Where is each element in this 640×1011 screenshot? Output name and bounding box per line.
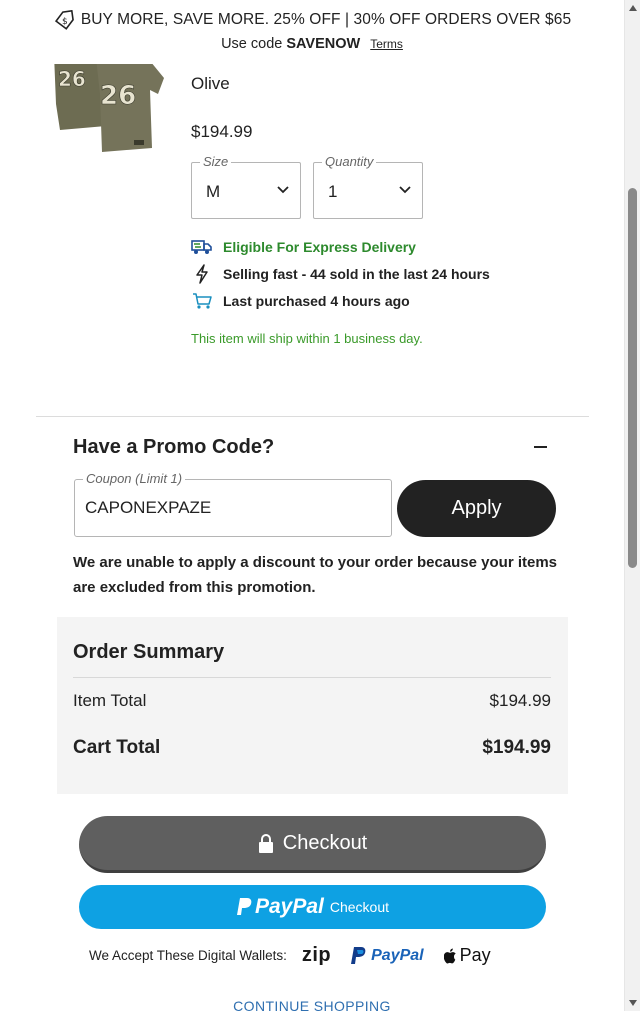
size-select[interactable]: Size M xyxy=(191,154,301,219)
item-total-value: $194.99 xyxy=(489,691,551,710)
banner-promo-line: $ BUY MORE, SAVE MORE. 25% OFF | 30% OFF… xyxy=(0,10,624,30)
promo-banner: $ BUY MORE, SAVE MORE. 25% OFF | 30% OFF… xyxy=(0,0,624,62)
paypal-p-icon xyxy=(351,947,366,964)
page-scrollbar[interactable] xyxy=(624,0,640,1011)
continue-shopping-link[interactable]: CONTINUE SHOPPING xyxy=(0,998,624,1011)
cart-total-label: Cart Total xyxy=(73,737,161,758)
coupon-input[interactable] xyxy=(85,496,375,520)
promo-title: Have a Promo Code? xyxy=(73,436,275,458)
express-delivery-text: Eligible For Express Delivery xyxy=(223,239,416,255)
paypal-logo: PayPal xyxy=(351,946,424,965)
quantity-select[interactable]: Quantity 1 xyxy=(313,154,423,219)
shopping-cart-icon xyxy=(191,291,213,311)
promo-error-message: We are unable to apply a discount to you… xyxy=(73,554,558,596)
apple-icon xyxy=(443,948,456,963)
ship-note: This item will ship within 1 business da… xyxy=(191,331,423,346)
jersey-image: 26 26 xyxy=(46,64,170,154)
lightning-icon xyxy=(191,264,213,284)
size-value: M xyxy=(206,182,221,201)
last-purchased-info: Last purchased 4 hours ago xyxy=(191,291,410,311)
apply-button[interactable]: Apply xyxy=(397,480,556,537)
order-summary-title: Order Summary xyxy=(73,641,225,663)
product-price: $194.99 xyxy=(191,122,253,141)
delivery-truck-icon xyxy=(191,237,213,257)
paypal-checkout-button[interactable]: PayPal Checkout xyxy=(79,885,546,929)
item-total-label: Item Total xyxy=(73,691,147,710)
zip-logo: zip xyxy=(301,944,332,966)
scroll-up-arrow-icon[interactable] xyxy=(629,5,637,11)
terms-link[interactable]: Terms xyxy=(370,37,403,51)
wallets-label: We Accept These Digital Wallets: xyxy=(89,948,287,963)
coupon-legend: Coupon (Limit 1) xyxy=(83,471,186,486)
express-delivery-info: Eligible For Express Delivery xyxy=(191,237,416,257)
apple-pay-text: Pay xyxy=(459,945,491,965)
selling-fast-text: Selling fast - 44 sold in the last 24 ho… xyxy=(223,266,490,282)
digital-wallets: We Accept These Digital Wallets: zip Pay… xyxy=(89,944,491,967)
size-legend: Size xyxy=(200,154,232,169)
product-color: Olive xyxy=(191,74,230,93)
lock-icon xyxy=(258,833,273,853)
scroll-down-arrow-icon[interactable] xyxy=(629,1000,637,1006)
checkout-label: Checkout xyxy=(282,831,368,854)
svg-text:$: $ xyxy=(62,17,68,27)
last-purchased-text: Last purchased 4 hours ago xyxy=(223,293,410,309)
svg-text:26: 26 xyxy=(100,81,136,111)
paypal-wordmark: PayPal xyxy=(254,895,324,918)
coupon-field[interactable]: Coupon (Limit 1) xyxy=(74,471,392,537)
order-summary: Order Summary Item Total $194.99 Cart To… xyxy=(57,617,568,794)
banner-promo-text: BUY MORE, SAVE MORE. 25% OFF | 30% OFF O… xyxy=(80,11,572,28)
chevron-down-icon xyxy=(399,186,411,194)
collapse-minus-icon[interactable] xyxy=(534,446,547,448)
section-divider xyxy=(36,416,589,417)
svg-text:26: 26 xyxy=(58,67,86,91)
banner-code-prefix: Use code xyxy=(221,36,283,52)
cart-total-value: $194.99 xyxy=(482,737,551,758)
quantity-legend: Quantity xyxy=(322,154,377,169)
scrollbar-thumb[interactable] xyxy=(628,188,637,568)
chevron-down-icon xyxy=(277,186,289,194)
summary-divider xyxy=(73,677,551,678)
checkout-button[interactable]: Checkout xyxy=(79,816,546,873)
banner-code-line: Use code SAVENOW Terms xyxy=(0,36,624,52)
apple-pay-logo: Pay xyxy=(443,945,491,966)
selling-fast-info: Selling fast - 44 sold in the last 24 ho… xyxy=(191,264,490,284)
paypal-logo-text: PayPal xyxy=(371,946,424,964)
price-tag-icon: $ xyxy=(54,10,74,30)
paypal-checkout-label: Checkout xyxy=(329,899,390,915)
banner-code: SAVENOW xyxy=(286,36,361,52)
paypal-p-icon xyxy=(236,898,252,915)
quantity-value: 1 xyxy=(328,182,338,201)
